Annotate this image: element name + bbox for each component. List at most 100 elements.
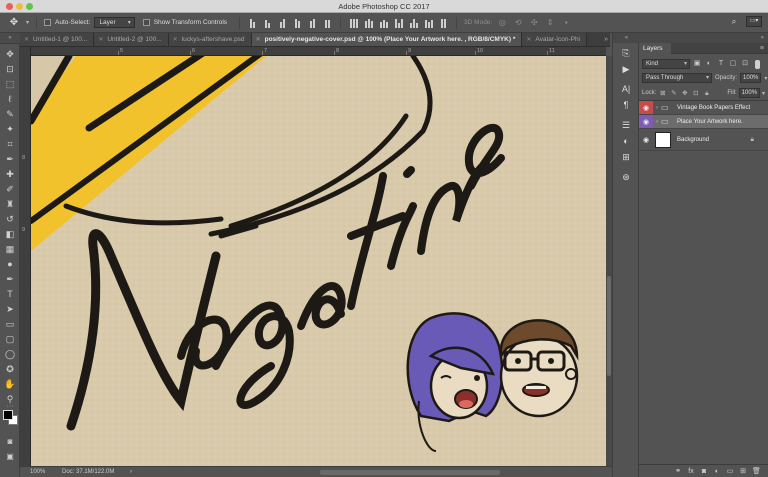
close-tab-icon[interactable]: ✕: [98, 33, 103, 46]
quick-selection-tool-icon[interactable]: ✎: [3, 108, 17, 120]
align-bottom-icon[interactable]: [277, 17, 288, 28]
status-menu-arrow-icon[interactable]: ›: [130, 469, 144, 475]
distribute-right-icon[interactable]: [423, 17, 434, 28]
new-layer-icon[interactable]: ⊞: [739, 468, 747, 475]
screen-mode-icon[interactable]: ▣: [3, 451, 17, 463]
auto-align-layers-icon[interactable]: [438, 17, 449, 28]
channels-panel-icon[interactable]: ⊛: [619, 171, 633, 183]
foreground-color-swatch[interactable]: [3, 410, 13, 420]
history-brush-tool-icon[interactable]: ↺: [3, 213, 17, 225]
show-transform-checkbox[interactable]: [142, 19, 150, 26]
3d-slide-icon[interactable]: ⇕: [544, 18, 556, 27]
document-canvas[interactable]: [31, 56, 606, 466]
close-tab-icon[interactable]: ✕: [526, 33, 531, 46]
opacity-dropdown-icon[interactable]: ▾: [764, 75, 767, 82]
tab-positively-negative-cover[interactable]: ✕ positively-negative-cover.psd @ 100% (P…: [251, 33, 523, 46]
layer-row-vintage-book-papers[interactable]: ◉ › ▭ Vintage Book Papers Effect: [639, 101, 768, 115]
eraser-tool-icon[interactable]: ◧: [3, 228, 17, 240]
layer-style-icon[interactable]: fx: [687, 468, 695, 475]
dodge-tool-icon[interactable]: ●: [3, 258, 17, 270]
toolbar-collapse-handle[interactable]: »: [0, 33, 20, 44]
blend-mode-dropdown[interactable]: Pass Through: [642, 73, 712, 83]
path-selection-tool-icon[interactable]: ➤: [3, 303, 17, 315]
tab-avatar-icon[interactable]: ✕ Avatar-Icon-Phi: [522, 33, 588, 46]
vertical-scroll-thumb[interactable]: [607, 276, 611, 376]
distribute-bottom-icon[interactable]: [378, 17, 389, 28]
auto-select-dropdown[interactable]: Layer: [94, 17, 135, 28]
gradient-tool-icon[interactable]: ▦: [3, 243, 17, 255]
actions-panel-icon[interactable]: ▶: [619, 63, 633, 75]
3d-drag-icon[interactable]: ✣: [528, 18, 540, 27]
quick-mask-icon[interactable]: ◙: [3, 436, 17, 448]
tab-luckys-aftershave[interactable]: ✕ luckys-aftershave.psd: [168, 33, 252, 46]
history-panel-icon[interactable]: ⎘: [619, 47, 633, 59]
lock-position-icon[interactable]: ✥: [680, 89, 689, 98]
eyedropper-tool-icon[interactable]: ✒: [3, 153, 17, 165]
delete-layer-icon[interactable]: 🗑︎: [752, 468, 761, 475]
horizontal-ruler[interactable]: 5 6 7 8 9 10 11: [31, 47, 606, 56]
visibility-eye-icon[interactable]: ◉: [639, 115, 653, 128]
lock-artboard-icon[interactable]: ⊡: [691, 89, 700, 98]
adjustment-filter-icon[interactable]: ◐: [704, 59, 714, 69]
tab-layers[interactable]: Layers: [639, 43, 671, 54]
tab-untitled-2[interactable]: ✕ Untitled-2 @ 100...: [94, 33, 169, 46]
marquee-tool-icon[interactable]: ⬚: [3, 78, 17, 90]
grid-panel-icon[interactable]: ⊞: [619, 151, 633, 163]
add-mask-icon[interactable]: ◙: [700, 468, 708, 475]
lock-transparent-icon[interactable]: ⊠: [658, 89, 667, 98]
adjustments-panel-icon[interactable]: ◐: [619, 135, 633, 147]
brush-tool-icon[interactable]: ✐: [3, 183, 17, 195]
panel-menu-icon[interactable]: ≡: [760, 43, 764, 54]
layer-row-place-your-artwork[interactable]: ◉ › ▭ Place Your Artwork here.: [639, 115, 768, 129]
shape-filter-icon[interactable]: ▢: [728, 59, 738, 69]
lock-all-icon[interactable]: 🔒︎: [702, 89, 711, 98]
align-vertical-centers-icon[interactable]: [262, 17, 273, 28]
auto-select-checkbox[interactable]: [44, 19, 52, 26]
pixel-filter-icon[interactable]: ▣: [692, 59, 702, 69]
pen-tool-icon[interactable]: ✒: [3, 273, 17, 285]
visibility-eye-icon[interactable]: ◉: [639, 129, 653, 150]
align-horizontal-centers-icon[interactable]: [307, 17, 318, 28]
close-tab-icon[interactable]: ✕: [24, 33, 29, 46]
layer-row-background[interactable]: ◉ Background 🔒︎: [639, 129, 768, 151]
rectangle-tool-icon[interactable]: ▭: [3, 318, 17, 330]
rounded-rectangle-tool-icon[interactable]: ▢: [3, 333, 17, 345]
type-filter-icon[interactable]: T: [716, 59, 726, 69]
expand-group-icon[interactable]: ›: [653, 119, 661, 125]
panel-collapse-handle[interactable]: »: [639, 33, 768, 43]
search-icon[interactable]: ⌕: [728, 17, 740, 27]
move-tool-icon[interactable]: ✥: [3, 48, 17, 60]
healing-brush-tool-icon[interactable]: ✚: [3, 168, 17, 180]
filter-kind-dropdown[interactable]: Kind: [642, 59, 690, 69]
smart-object-filter-icon[interactable]: ⊡: [740, 59, 750, 69]
close-tab-icon[interactable]: ✕: [173, 33, 178, 46]
fill-dropdown-icon[interactable]: ▾: [762, 90, 765, 97]
3d-roll-icon[interactable]: ⟲: [512, 18, 524, 27]
workspace-switcher[interactable]: ▭▾: [746, 16, 762, 27]
properties-panel-icon[interactable]: ☰: [619, 119, 633, 131]
expand-group-icon[interactable]: ›: [653, 105, 661, 111]
align-left-icon[interactable]: [292, 17, 303, 28]
clone-stamp-tool-icon[interactable]: ♜: [3, 198, 17, 210]
lasso-tool-icon[interactable]: ℓ: [3, 93, 17, 105]
distribute-horizontal-icon[interactable]: [408, 17, 419, 28]
horizontal-scroll-thumb[interactable]: [320, 470, 500, 475]
type-tool-icon[interactable]: T: [3, 288, 17, 300]
hand-tool-icon[interactable]: ✋: [3, 378, 17, 390]
artboard-tool-icon[interactable]: ⊡: [3, 63, 17, 75]
new-group-icon[interactable]: ▭: [726, 468, 734, 475]
zoom-level[interactable]: 100%: [20, 469, 50, 475]
move-tool-preset-icon[interactable]: ✥: [6, 16, 22, 30]
ellipse-tool-icon[interactable]: ◯: [3, 348, 17, 360]
fill-input[interactable]: 100%: [738, 88, 761, 98]
3d-scale-icon[interactable]: ▪: [560, 18, 572, 27]
visibility-eye-icon[interactable]: ◉: [639, 101, 653, 114]
character-panel-icon[interactable]: A|: [619, 83, 633, 95]
tab-untitled-1[interactable]: ✕ Untitled-1 @ 100...: [20, 33, 95, 46]
filter-toggle[interactable]: [755, 59, 760, 69]
3d-orbit-icon[interactable]: ◎: [496, 18, 508, 27]
close-tab-icon[interactable]: ✕: [256, 33, 261, 46]
vertical-ruler[interactable]: 8 9: [20, 47, 31, 467]
align-top-icon[interactable]: [247, 17, 258, 28]
opacity-input[interactable]: 100%: [740, 73, 762, 83]
